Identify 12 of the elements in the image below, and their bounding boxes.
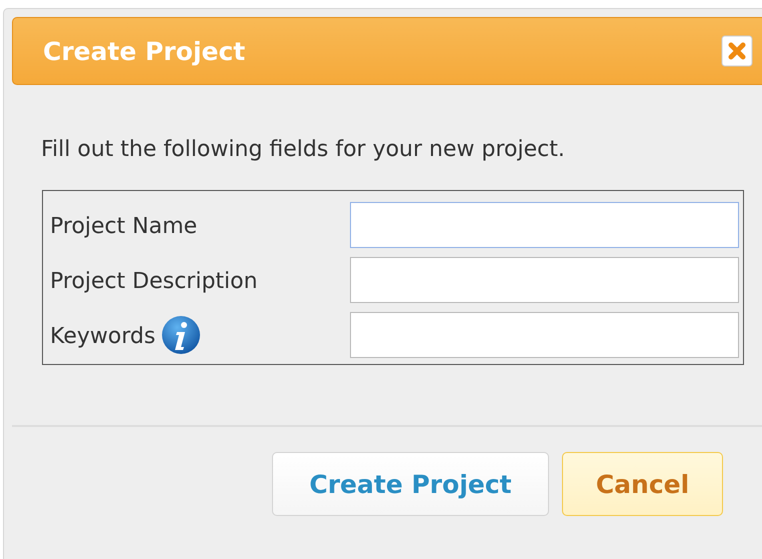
dialog-title: Create Project [43,36,246,66]
field-label: Project Name [50,213,198,239]
field-label: Keywords [50,323,156,349]
create-button[interactable]: Create Project [272,452,549,516]
cancel-button[interactable]: Cancel [562,452,723,516]
input-field[interactable] [350,256,739,302]
input-field[interactable] [350,312,739,358]
input-field[interactable] [350,202,739,248]
field-label: Project Description [50,268,258,294]
instruction-text: Fill out the following fields for your new project. [41,137,566,162]
close-icon[interactable] [721,35,753,67]
info-icon[interactable] [161,314,202,354]
